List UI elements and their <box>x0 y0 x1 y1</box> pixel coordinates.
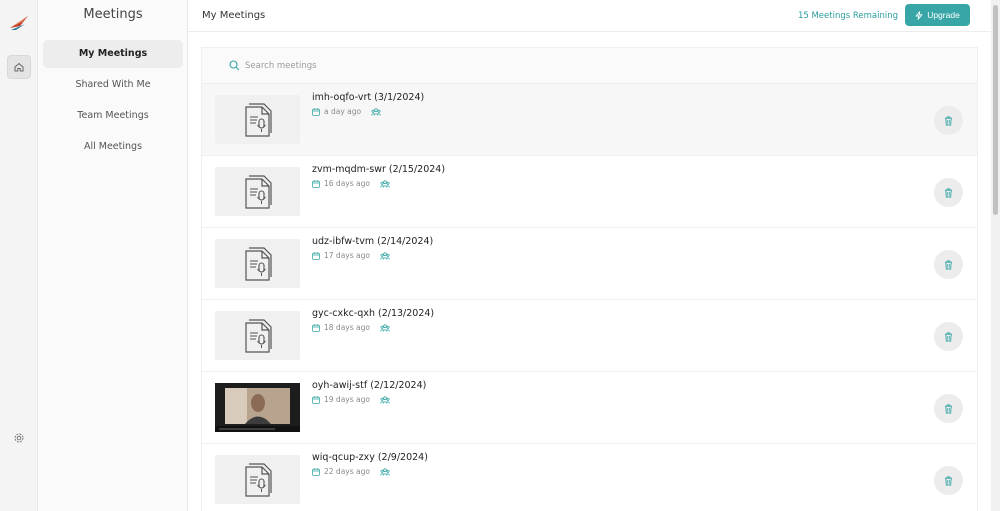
meeting-row[interactable]: gyc-cxkc-qxh (2/13/2024) 18 days ago <box>202 300 977 372</box>
meeting-row[interactable]: wiq-qcup-zxy (2/9/2024) 22 days ago <box>202 444 977 511</box>
team-shared-icon <box>379 179 390 188</box>
meeting-date-ago: 16 days ago <box>324 179 370 188</box>
meeting-date-ago: 22 days ago <box>324 467 370 476</box>
meeting-thumbnail[interactable] <box>215 311 300 360</box>
meetings-remaining: 15 Meetings Remaining <box>797 11 898 21</box>
trash-icon <box>945 260 952 269</box>
meeting-thumbnail[interactable] <box>215 383 300 432</box>
meeting-date-ago: a day ago <box>324 107 362 116</box>
meeting-title[interactable]: oyh-awij-stf (2/12/2024) <box>312 380 426 391</box>
settings-button[interactable] <box>7 426 31 450</box>
document-mic-icon <box>244 102 272 137</box>
meeting-meta: 18 days ago <box>312 323 390 332</box>
meeting-meta: a day ago <box>312 107 382 116</box>
meeting-title[interactable]: imh-oqfo-vrt (3/1/2024) <box>312 92 424 103</box>
meeting-meta: 22 days ago <box>312 467 390 476</box>
nav-item-shared-with-me[interactable]: Shared With Me <box>43 71 183 99</box>
team-shared-icon <box>379 323 390 332</box>
trash-icon <box>945 476 952 485</box>
meeting-date-ago: 18 days ago <box>324 323 370 332</box>
page-title: My Meetings <box>202 10 266 21</box>
trash-icon <box>945 188 952 197</box>
meeting-title[interactable]: gyc-cxkc-qxh (2/13/2024) <box>312 308 434 319</box>
team-shared-icon <box>379 395 390 404</box>
meeting-thumbnail[interactable] <box>215 167 300 216</box>
document-mic-icon <box>244 318 272 353</box>
delete-button[interactable] <box>934 394 963 423</box>
calendar-icon <box>312 467 320 476</box>
meeting-row[interactable]: oyh-awij-stf (2/12/2024) 19 days ago <box>202 372 977 444</box>
team-shared-icon <box>371 107 382 116</box>
search-input[interactable] <box>245 57 845 75</box>
team-shared-icon <box>379 467 390 476</box>
meeting-row[interactable]: imh-oqfo-vrt (3/1/2024) a day ago <box>202 84 977 156</box>
calendar-icon <box>312 323 320 332</box>
meeting-title[interactable]: wiq-qcup-zxy (2/9/2024) <box>312 452 428 463</box>
page-header: My Meetings 15 Meetings Remaining Upgrad… <box>188 0 1000 32</box>
upgrade-button[interactable]: Upgrade <box>905 4 970 26</box>
trash-icon <box>945 404 952 413</box>
scrollbar[interactable] <box>991 0 1000 511</box>
meeting-meta: 19 days ago <box>312 395 390 404</box>
document-mic-icon <box>244 462 272 497</box>
calendar-icon <box>312 395 320 404</box>
home-button[interactable] <box>7 55 31 79</box>
meetings-list: imh-oqfo-vrt (3/1/2024) a day ago <box>201 47 978 511</box>
meeting-date-ago: 17 days ago <box>324 251 370 260</box>
home-icon <box>14 62 24 72</box>
meeting-meta: 17 days ago <box>312 251 390 260</box>
nav-title: Meetings <box>83 7 143 22</box>
meeting-meta: 16 days ago <box>312 179 390 188</box>
meeting-row[interactable]: zvm-mqdm-swr (2/15/2024) 16 days ago <box>202 156 977 228</box>
meeting-title[interactable]: udz-ibfw-tvm (2/14/2024) <box>312 236 433 247</box>
icon-rail <box>0 0 38 511</box>
meeting-row[interactable]: udz-ibfw-tvm (2/14/2024) 17 days ago <box>202 228 977 300</box>
nav-item-my-meetings[interactable]: My Meetings <box>43 40 183 68</box>
calendar-icon <box>312 251 320 260</box>
meeting-date-ago: 19 days ago <box>324 395 370 404</box>
calendar-icon <box>312 107 320 116</box>
search-bar <box>202 48 977 84</box>
meeting-title[interactable]: zvm-mqdm-swr (2/15/2024) <box>312 164 445 175</box>
trash-icon <box>945 116 952 125</box>
upgrade-label: Upgrade <box>927 10 960 20</box>
scrollbar-thumb[interactable] <box>993 5 998 215</box>
delete-button[interactable] <box>934 466 963 495</box>
meeting-thumbnail[interactable] <box>215 239 300 288</box>
delete-button[interactable] <box>934 250 963 279</box>
meeting-thumbnail[interactable] <box>215 455 300 504</box>
trash-icon <box>945 332 952 341</box>
delete-button[interactable] <box>934 106 963 135</box>
document-mic-icon <box>244 246 272 281</box>
meeting-thumbnail[interactable] <box>215 95 300 144</box>
calendar-icon <box>312 179 320 188</box>
delete-button[interactable] <box>934 178 963 207</box>
nav-item-team-meetings[interactable]: Team Meetings <box>43 102 183 130</box>
meetings-nav: Meetings My Meetings Shared With Me Team… <box>38 0 188 511</box>
app-logo[interactable] <box>8 12 30 34</box>
delete-button[interactable] <box>934 322 963 351</box>
search-icon <box>229 60 240 71</box>
nav-item-all-meetings[interactable]: All Meetings <box>43 133 183 161</box>
video-frame-icon <box>215 383 300 432</box>
lightning-icon <box>915 10 923 20</box>
document-mic-icon <box>244 174 272 209</box>
team-shared-icon <box>379 251 390 260</box>
gear-icon <box>14 433 24 443</box>
